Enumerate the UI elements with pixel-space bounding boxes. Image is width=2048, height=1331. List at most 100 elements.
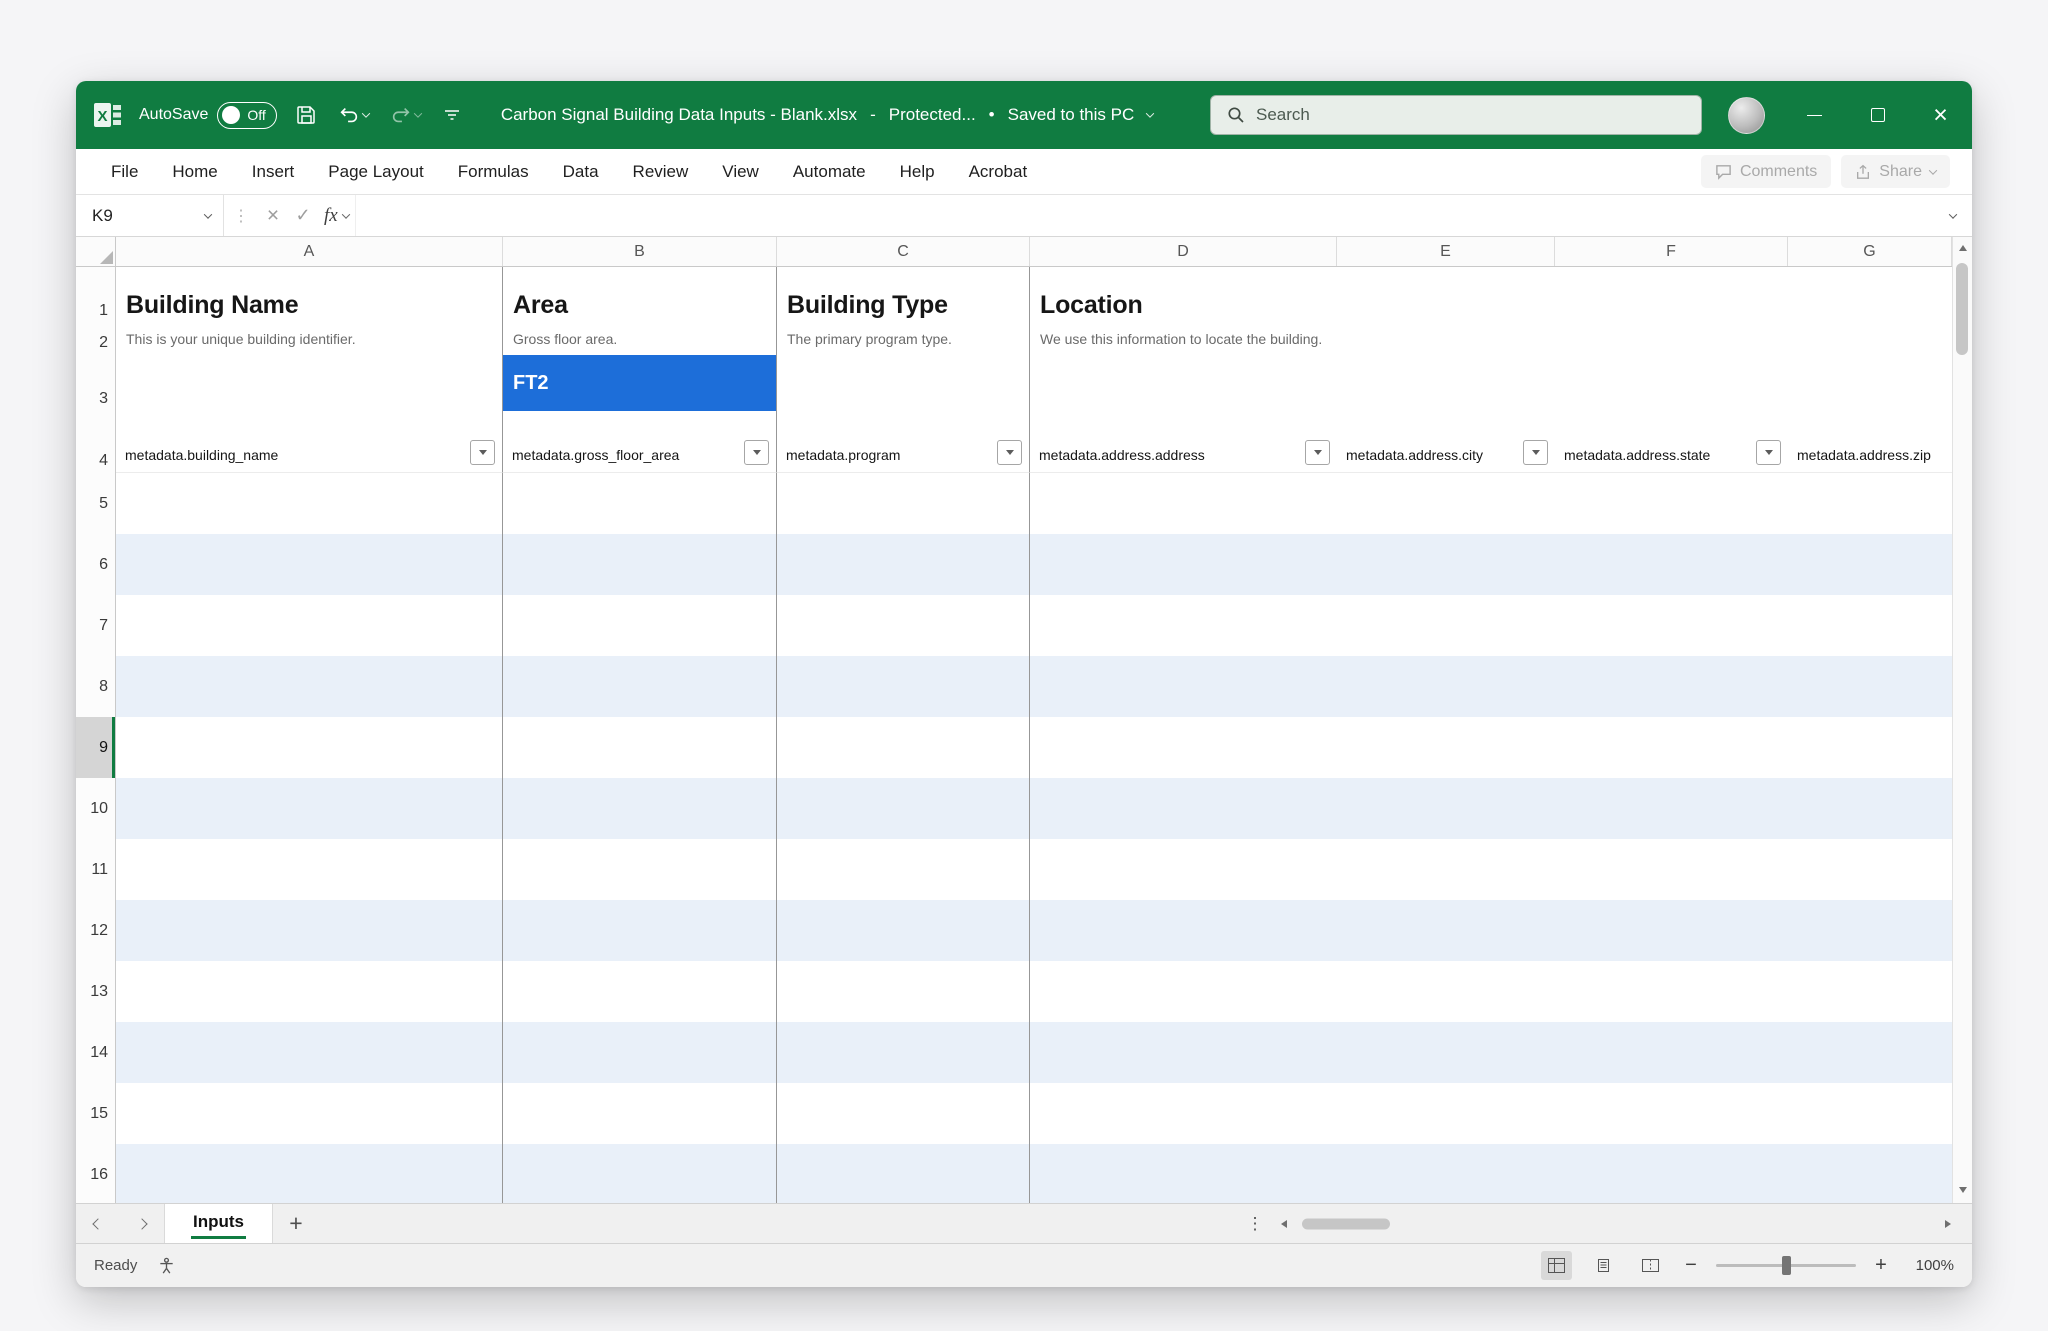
- cell-A3[interactable]: [116, 355, 503, 411]
- cell-A5[interactable]: [116, 473, 503, 534]
- maximize-button[interactable]: [1846, 81, 1909, 149]
- row-header-9[interactable]: 9: [76, 717, 116, 778]
- field-dropdown-button[interactable]: [470, 440, 495, 465]
- scroll-left-button[interactable]: [1272, 1220, 1296, 1228]
- saved-status-dropdown-icon[interactable]: [1146, 109, 1154, 117]
- vertical-scroll-thumb[interactable]: [1956, 263, 1968, 355]
- cell-B8[interactable]: [503, 656, 777, 717]
- cell-C7[interactable]: [777, 595, 1030, 656]
- cell-B12[interactable]: [503, 900, 777, 961]
- normal-view-button[interactable]: [1541, 1251, 1572, 1280]
- column-header-A[interactable]: A: [116, 237, 503, 266]
- cell-C13[interactable]: [777, 961, 1030, 1022]
- menu-view[interactable]: View: [705, 149, 776, 194]
- sheet-nav-previous[interactable]: [76, 1204, 120, 1243]
- cell-C5[interactable]: [777, 473, 1030, 534]
- cell-A14[interactable]: [116, 1022, 503, 1083]
- insert-function-button[interactable]: fx: [324, 205, 349, 227]
- customize-quick-access-button[interactable]: [439, 95, 465, 135]
- cell-A13[interactable]: [116, 961, 503, 1022]
- cell-B5[interactable]: [503, 473, 777, 534]
- section-title-B[interactable]: Area: [503, 267, 777, 323]
- menu-insert[interactable]: Insert: [235, 149, 312, 194]
- cell-D6[interactable]: [1030, 534, 1952, 595]
- row-header-12[interactable]: 12: [76, 900, 116, 961]
- cell-A16[interactable]: [116, 1144, 503, 1203]
- field-dropdown-button[interactable]: [1523, 440, 1548, 465]
- cell-D3[interactable]: [1030, 355, 1952, 411]
- share-button[interactable]: Share: [1841, 155, 1950, 188]
- column-header-B[interactable]: B: [503, 237, 777, 266]
- cell-A15[interactable]: [116, 1083, 503, 1144]
- cell-B14[interactable]: [503, 1022, 777, 1083]
- add-sheet-button[interactable]: +: [273, 1204, 319, 1243]
- zoom-in-button[interactable]: +: [1872, 1254, 1890, 1277]
- section-desc-B[interactable]: Gross floor area.: [503, 323, 777, 355]
- row-header-5[interactable]: 5: [76, 473, 116, 534]
- zoom-slider-thumb[interactable]: [1782, 1256, 1791, 1275]
- row-header-10[interactable]: 10: [76, 778, 116, 839]
- save-button[interactable]: [292, 95, 320, 135]
- page-layout-view-button[interactable]: [1588, 1251, 1619, 1280]
- row-header-15[interactable]: 15: [76, 1083, 116, 1144]
- column-header-E[interactable]: E: [1337, 237, 1555, 266]
- row-header-6[interactable]: 6: [76, 534, 116, 595]
- field-dropdown-button[interactable]: [1756, 440, 1781, 465]
- row-header-8[interactable]: 8: [76, 656, 116, 717]
- saved-status-label[interactable]: Saved to this PC: [1008, 105, 1135, 125]
- scroll-right-button[interactable]: [1936, 1220, 1960, 1228]
- horizontal-scrollbar[interactable]: [1272, 1204, 1972, 1243]
- search-input[interactable]: [1256, 105, 1685, 125]
- menu-help[interactable]: Help: [883, 149, 952, 194]
- cell-D16[interactable]: [1030, 1144, 1952, 1203]
- cell-D10[interactable]: [1030, 778, 1952, 839]
- field-dropdown-button[interactable]: [997, 440, 1022, 465]
- field-cell-F4[interactable]: metadata.address.state: [1555, 411, 1788, 473]
- menu-page-layout[interactable]: Page Layout: [311, 149, 440, 194]
- section-title-D[interactable]: Location: [1030, 267, 1952, 323]
- menu-acrobat[interactable]: Acrobat: [952, 149, 1045, 194]
- column-header-F[interactable]: F: [1555, 237, 1788, 266]
- formula-cancel-button[interactable]: ×: [258, 201, 288, 231]
- name-box[interactable]: K9: [76, 195, 224, 236]
- cell-B16[interactable]: [503, 1144, 777, 1203]
- row-header-13[interactable]: 13: [76, 961, 116, 1022]
- formula-bar-handle[interactable]: ⋮: [233, 206, 249, 226]
- scroll-down-button[interactable]: [1953, 1179, 1972, 1201]
- cell-C12[interactable]: [777, 900, 1030, 961]
- accessibility-icon[interactable]: [157, 1256, 176, 1275]
- cell-D11[interactable]: [1030, 839, 1952, 900]
- menu-data[interactable]: Data: [546, 149, 616, 194]
- sheet-tab-inputs[interactable]: Inputs: [164, 1204, 273, 1243]
- search-box[interactable]: [1210, 95, 1702, 135]
- cell-C15[interactable]: [777, 1083, 1030, 1144]
- cell-A12[interactable]: [116, 900, 503, 961]
- zoom-level-label[interactable]: 100%: [1906, 1257, 1954, 1274]
- redo-dropdown-icon[interactable]: [414, 109, 422, 117]
- menu-automate[interactable]: Automate: [776, 149, 883, 194]
- row-header-3[interactable]: 3: [76, 355, 116, 411]
- section-desc-A[interactable]: This is your unique building identifier.: [116, 323, 503, 355]
- row-header-7[interactable]: 7: [76, 595, 116, 656]
- page-break-view-button[interactable]: [1635, 1251, 1666, 1280]
- row-header-16[interactable]: 16: [76, 1144, 116, 1203]
- cell-D5[interactable]: [1030, 473, 1952, 534]
- cell-A7[interactable]: [116, 595, 503, 656]
- horizontal-scroll-track[interactable]: [1296, 1204, 1936, 1243]
- cell-A9[interactable]: [116, 717, 503, 778]
- menu-file[interactable]: File: [94, 149, 155, 194]
- cell-A8[interactable]: [116, 656, 503, 717]
- formula-enter-button[interactable]: ✓: [288, 201, 318, 231]
- excel-app-icon[interactable]: X: [92, 99, 124, 131]
- cell-D13[interactable]: [1030, 961, 1952, 1022]
- close-button[interactable]: ×: [1909, 81, 1972, 149]
- field-dropdown-button[interactable]: [1305, 440, 1330, 465]
- cell-D9[interactable]: [1030, 717, 1952, 778]
- section-title-C[interactable]: Building Type: [777, 267, 1030, 323]
- cell-D15[interactable]: [1030, 1083, 1952, 1144]
- cell-C11[interactable]: [777, 839, 1030, 900]
- cell-C14[interactable]: [777, 1022, 1030, 1083]
- section-title-A[interactable]: Building Name: [116, 267, 503, 323]
- cell-D7[interactable]: [1030, 595, 1952, 656]
- horizontal-scroll-thumb[interactable]: [1302, 1218, 1390, 1229]
